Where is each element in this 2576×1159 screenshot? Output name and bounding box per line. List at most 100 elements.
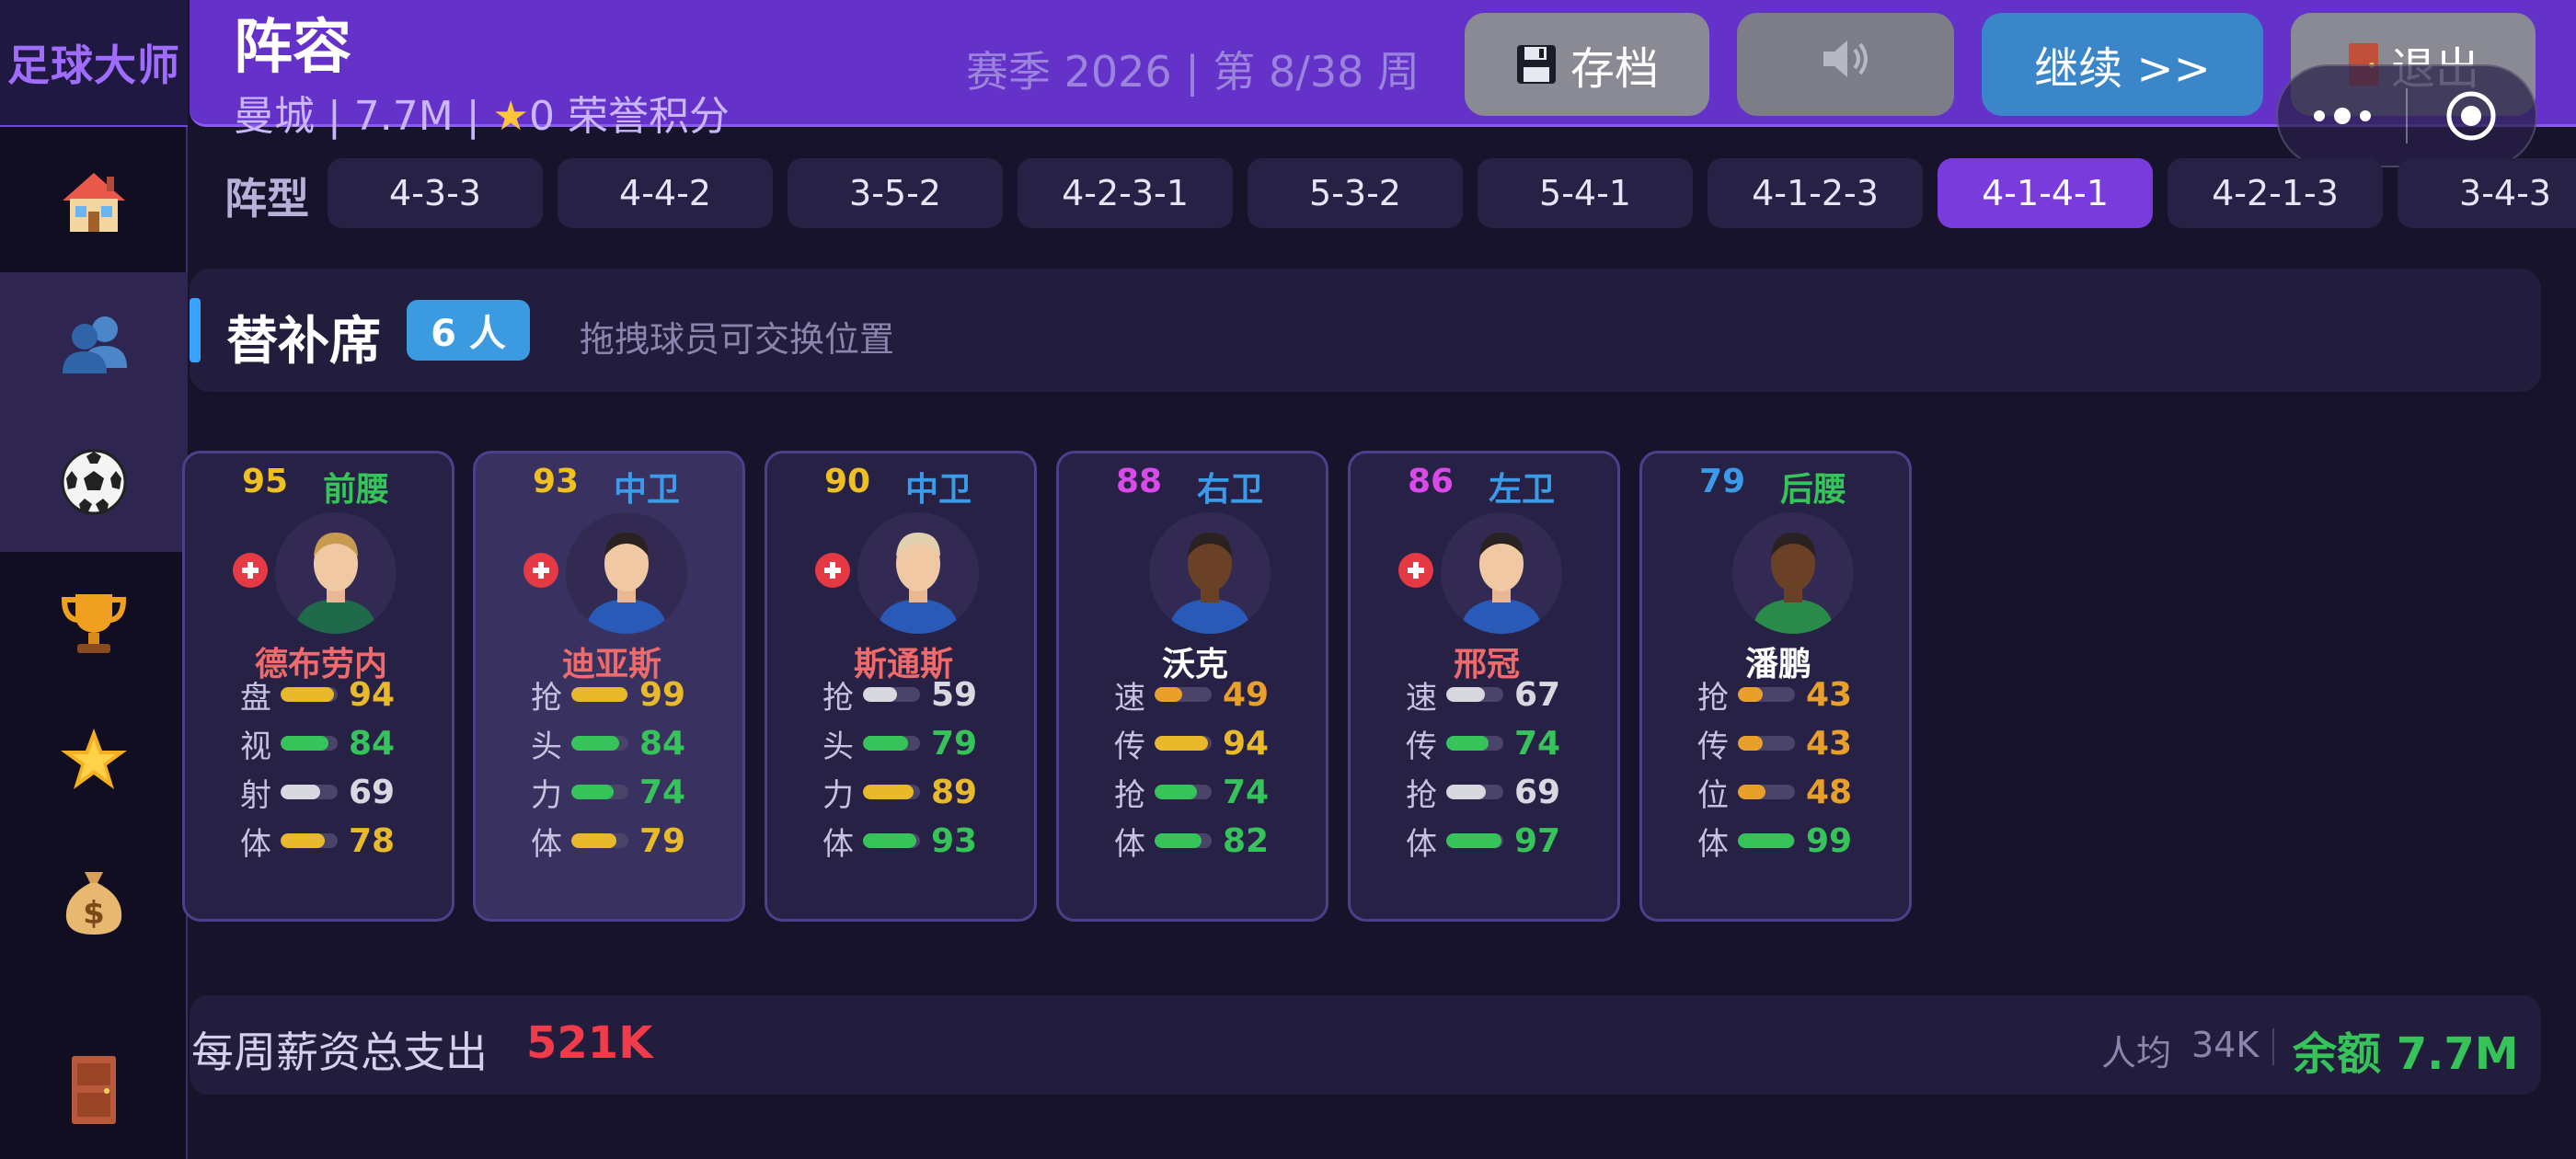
sidebar-item-home[interactable] bbox=[0, 132, 188, 272]
stat-bar-fill bbox=[1738, 785, 1765, 799]
formation-option[interactable]: 4-1-2-3 bbox=[1708, 158, 1923, 228]
stat-value: 69 bbox=[1514, 773, 1561, 811]
player-stat: 体 82 bbox=[1114, 817, 1326, 865]
sound-button[interactable] bbox=[1737, 13, 1954, 116]
stat-label: 体 bbox=[1406, 825, 1437, 863]
sidebar-item-trophy[interactable] bbox=[0, 552, 188, 692]
player-rating: 93 bbox=[533, 463, 580, 500]
stat-bar-fill bbox=[1155, 833, 1202, 848]
sidebar-item-squad[interactable] bbox=[0, 272, 188, 412]
player-rating: 95 bbox=[242, 463, 289, 500]
save-button[interactable]: 存档 bbox=[1465, 13, 1709, 116]
stat-label: 头 bbox=[822, 728, 854, 765]
player-stat: 力 89 bbox=[822, 768, 1034, 816]
stat-bar bbox=[571, 833, 628, 848]
player-stat: 力 74 bbox=[531, 768, 742, 816]
balance-value: 余额 7.7M bbox=[2293, 1028, 2519, 1080]
stat-label: 速 bbox=[1406, 679, 1437, 717]
sidebar-item-star[interactable] bbox=[0, 692, 188, 832]
player-stat: 体 93 bbox=[822, 817, 1034, 865]
continue-button[interactable]: 继续 >> bbox=[1982, 13, 2263, 116]
stat-value: 49 bbox=[1223, 675, 1270, 714]
player-card[interactable]: 79 后腰 潘鹏抢 43 传 43 位 48 体 99 bbox=[1639, 451, 1912, 922]
continue-label: 继续 >> bbox=[2034, 43, 2211, 95]
trophy-icon bbox=[61, 594, 127, 653]
more-menu-button[interactable] bbox=[2278, 108, 2406, 124]
sidebar-item-match[interactable] bbox=[0, 412, 188, 552]
formation-option[interactable]: 4-4-2 bbox=[558, 158, 773, 228]
stat-bar-fill bbox=[281, 785, 320, 799]
stat-label: 传 bbox=[1406, 728, 1437, 765]
stat-bar-fill bbox=[571, 785, 614, 799]
stat-value: 89 bbox=[931, 773, 978, 811]
more-dot-icon bbox=[2313, 110, 2325, 121]
player-position: 中卫 bbox=[905, 471, 972, 509]
stat-bar-fill bbox=[863, 833, 916, 848]
player-card[interactable]: 86 左卫 邢冠速 67 传 74 抢 69 体 97 bbox=[1348, 451, 1620, 922]
player-stat: 体 78 bbox=[240, 817, 452, 865]
money-bag-icon: $ bbox=[65, 872, 122, 935]
player-stat: 抢 74 bbox=[1114, 768, 1326, 816]
player-avatar bbox=[1441, 512, 1562, 634]
stat-label: 体 bbox=[240, 825, 271, 863]
stat-bar bbox=[1446, 833, 1503, 848]
club-info-text: 曼城 | 7.7M | bbox=[234, 93, 493, 140]
floppy-disk-icon bbox=[1515, 43, 1558, 86]
player-card[interactable]: 93 中卫 迪亚斯抢 99 头 84 力 74 体 79 bbox=[473, 451, 745, 922]
formation-option[interactable]: 3-4-3 bbox=[2398, 158, 2576, 228]
player-card[interactable]: 88 右卫 沃克速 49 传 94 抢 74 体 82 bbox=[1056, 451, 1328, 922]
close-miniprogram-button[interactable] bbox=[2408, 88, 2536, 143]
player-avatar bbox=[275, 512, 397, 634]
player-rating: 90 bbox=[824, 463, 871, 500]
player-stat: 速 49 bbox=[1114, 671, 1326, 718]
stat-label: 盘 bbox=[240, 679, 271, 717]
player-stat: 传 43 bbox=[1697, 719, 1909, 767]
mini-program-capsule bbox=[2276, 64, 2537, 167]
player-card[interactable]: 90 中卫 斯通斯抢 59 头 79 力 89 体 93 bbox=[765, 451, 1037, 922]
stat-label: 抢 bbox=[531, 679, 562, 717]
stat-bar-fill bbox=[1738, 833, 1795, 848]
season-info: 赛季 2026 | 第 8/38 周 bbox=[966, 47, 1420, 97]
wage-total: 521K bbox=[526, 1017, 653, 1069]
stat-bar-fill bbox=[571, 833, 616, 848]
stat-bar-fill bbox=[863, 736, 908, 751]
stat-label: 速 bbox=[1114, 679, 1145, 717]
brand-title: 足球大师 bbox=[7, 40, 180, 90]
sidebar-item-exit[interactable] bbox=[0, 1019, 188, 1159]
bench-title: 替补席 bbox=[226, 312, 381, 372]
stat-bar bbox=[281, 687, 338, 702]
player-stat: 抢 99 bbox=[531, 671, 742, 718]
stat-bar bbox=[1446, 785, 1503, 799]
brand-logo: 足球大师 bbox=[0, 0, 188, 127]
page-title: 阵容 bbox=[234, 14, 351, 82]
player-stat: 盘 94 bbox=[240, 671, 452, 718]
formation-option[interactable]: 4-2-1-3 bbox=[2168, 158, 2383, 228]
player-rating: 79 bbox=[1699, 463, 1746, 500]
sidebar-item-finance[interactable]: $ bbox=[0, 832, 188, 971]
player-rating: 88 bbox=[1116, 463, 1163, 500]
stat-value: 93 bbox=[931, 821, 978, 860]
stat-label: 力 bbox=[822, 776, 854, 814]
formation-option[interactable]: 5-4-1 bbox=[1478, 158, 1693, 228]
bench-header: 替补席 6 人 拖拽球员可交换位置 bbox=[190, 269, 2541, 392]
wage-label: 每周薪资总支出 bbox=[191, 1027, 488, 1077]
stat-bar-fill bbox=[571, 736, 620, 751]
formation-option[interactable]: 4-1-4-1 bbox=[1938, 158, 2153, 228]
stat-bar-fill bbox=[1155, 736, 1209, 751]
player-stat: 射 69 bbox=[240, 768, 452, 816]
formation-option[interactable]: 4-3-3 bbox=[328, 158, 543, 228]
more-dot-icon bbox=[2333, 108, 2351, 124]
stat-value: 69 bbox=[349, 773, 396, 811]
formation-option[interactable]: 5-3-2 bbox=[1248, 158, 1463, 228]
stat-value: 43 bbox=[1806, 675, 1853, 714]
stat-bar-fill bbox=[1446, 833, 1502, 848]
home-icon bbox=[63, 173, 125, 232]
formation-option[interactable]: 4-2-3-1 bbox=[1018, 158, 1233, 228]
stat-value: 48 bbox=[1806, 773, 1853, 811]
stat-label: 射 bbox=[240, 776, 271, 814]
player-position: 后腰 bbox=[1780, 471, 1847, 509]
football-icon bbox=[61, 449, 127, 515]
formation-option[interactable]: 3-5-2 bbox=[788, 158, 1003, 228]
stat-value: 84 bbox=[639, 724, 686, 763]
player-card[interactable]: 95 前腰 德布劳内盘 94 视 84 射 69 体 78 bbox=[182, 451, 454, 922]
